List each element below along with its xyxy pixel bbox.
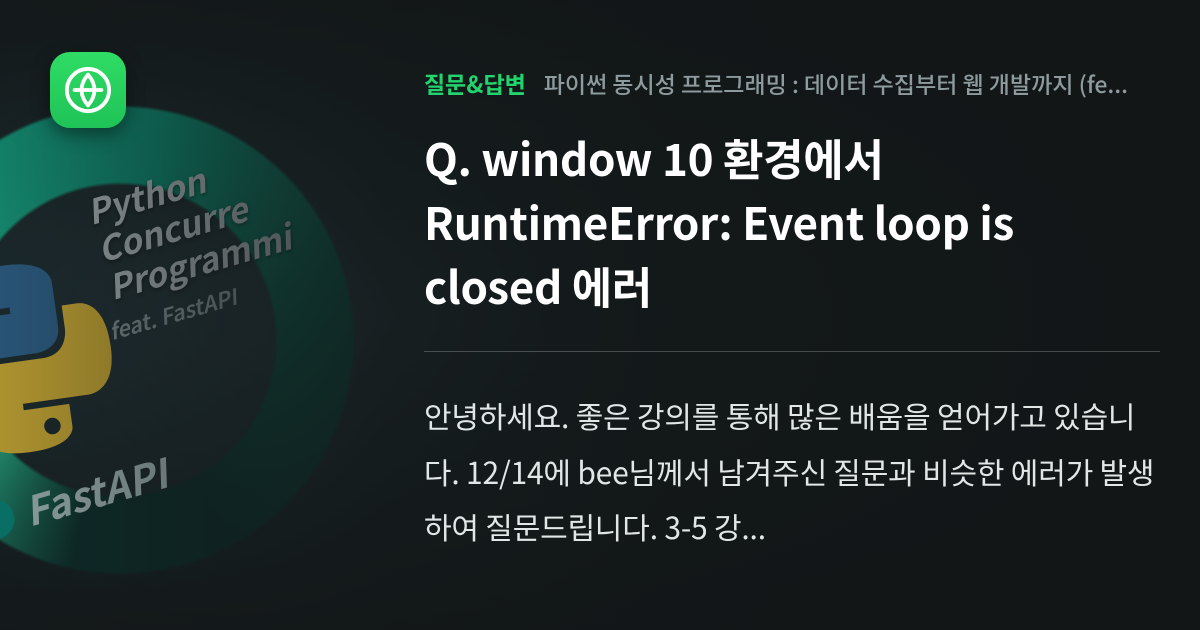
post-card: 질문&답변 파이썬 동시성 프로그래밍 : 데이터 수집부터 웹 개발까지 (f… [424, 66, 1160, 555]
course-title: 파이썬 동시성 프로그래밍 : 데이터 수집부터 웹 개발까지 (fe... [544, 66, 1128, 100]
post-body: 안녕하세요. 좋은 강의를 통해 많은 배움을 얻어가고 있습니다. 12/14… [424, 388, 1160, 555]
leaf-icon [65, 67, 111, 113]
site-logo [50, 52, 126, 128]
post-title: Q. window 10 환경에서 RuntimeError: Event lo… [424, 126, 1160, 352]
category-label: 질문&답변 [424, 66, 526, 100]
breadcrumb: 질문&답변 파이썬 동시성 프로그래밍 : 데이터 수집부터 웹 개발까지 (f… [424, 66, 1160, 100]
